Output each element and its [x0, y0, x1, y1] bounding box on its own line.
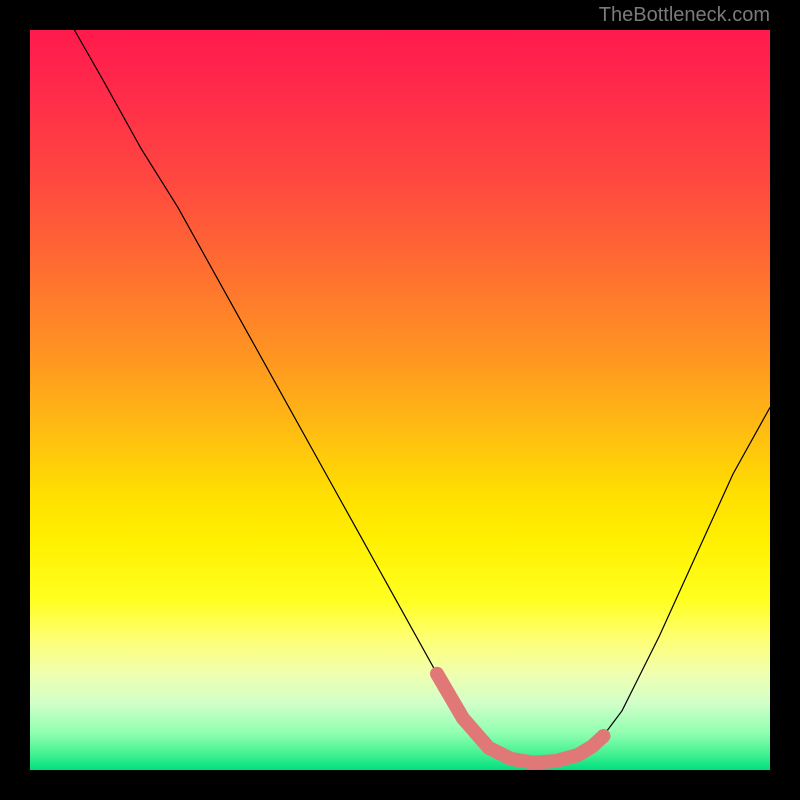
chart-svg	[30, 30, 770, 770]
bottleneck-curve	[74, 30, 770, 763]
watermark-label: TheBottleneck.com	[599, 4, 770, 27]
chart-frame: TheBottleneck.com	[0, 0, 800, 800]
plot-area	[30, 30, 770, 770]
bottleneck-highlight	[437, 674, 604, 763]
